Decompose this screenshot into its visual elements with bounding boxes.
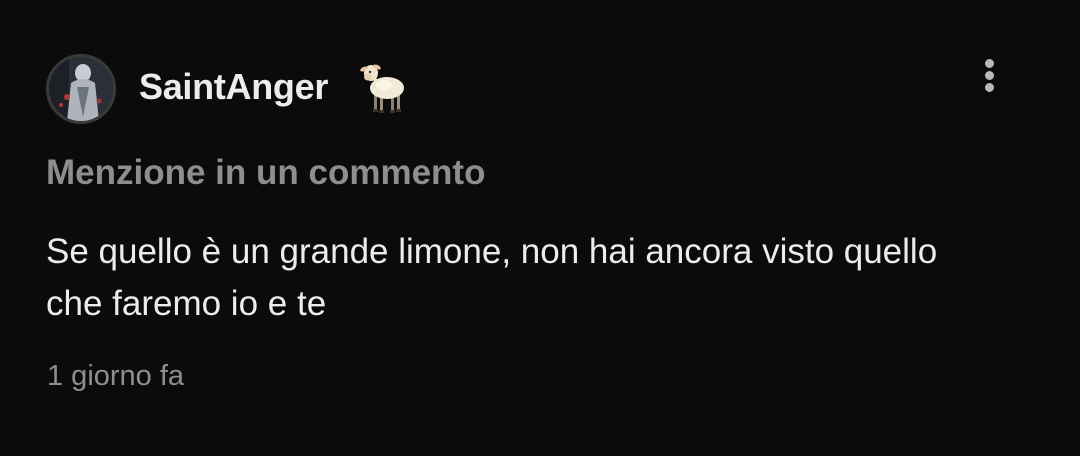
more-options-dot bbox=[985, 59, 994, 68]
username[interactable]: SaintAnger bbox=[139, 66, 328, 108]
comment-text-line: che faremo io e te bbox=[46, 284, 327, 323]
timestamp: 1 giorno fa bbox=[47, 360, 185, 392]
more-options-dot bbox=[985, 83, 994, 92]
comment-text[interactable]: Se quello è un grande limone, non hai an… bbox=[46, 226, 1036, 330]
notification-context: Menzione in un commento bbox=[46, 153, 486, 192]
avatar-image bbox=[49, 57, 113, 121]
notification-card[interactable]: SaintAnger Menzione in un commento Se qu… bbox=[0, 0, 1080, 456]
comment-text-line: Se quello è un grande limone, non hai an… bbox=[46, 232, 938, 271]
lamb-icon bbox=[360, 60, 410, 114]
more-options-button[interactable] bbox=[970, 54, 1010, 94]
avatar[interactable] bbox=[46, 54, 116, 124]
more-options-dot bbox=[985, 71, 994, 80]
